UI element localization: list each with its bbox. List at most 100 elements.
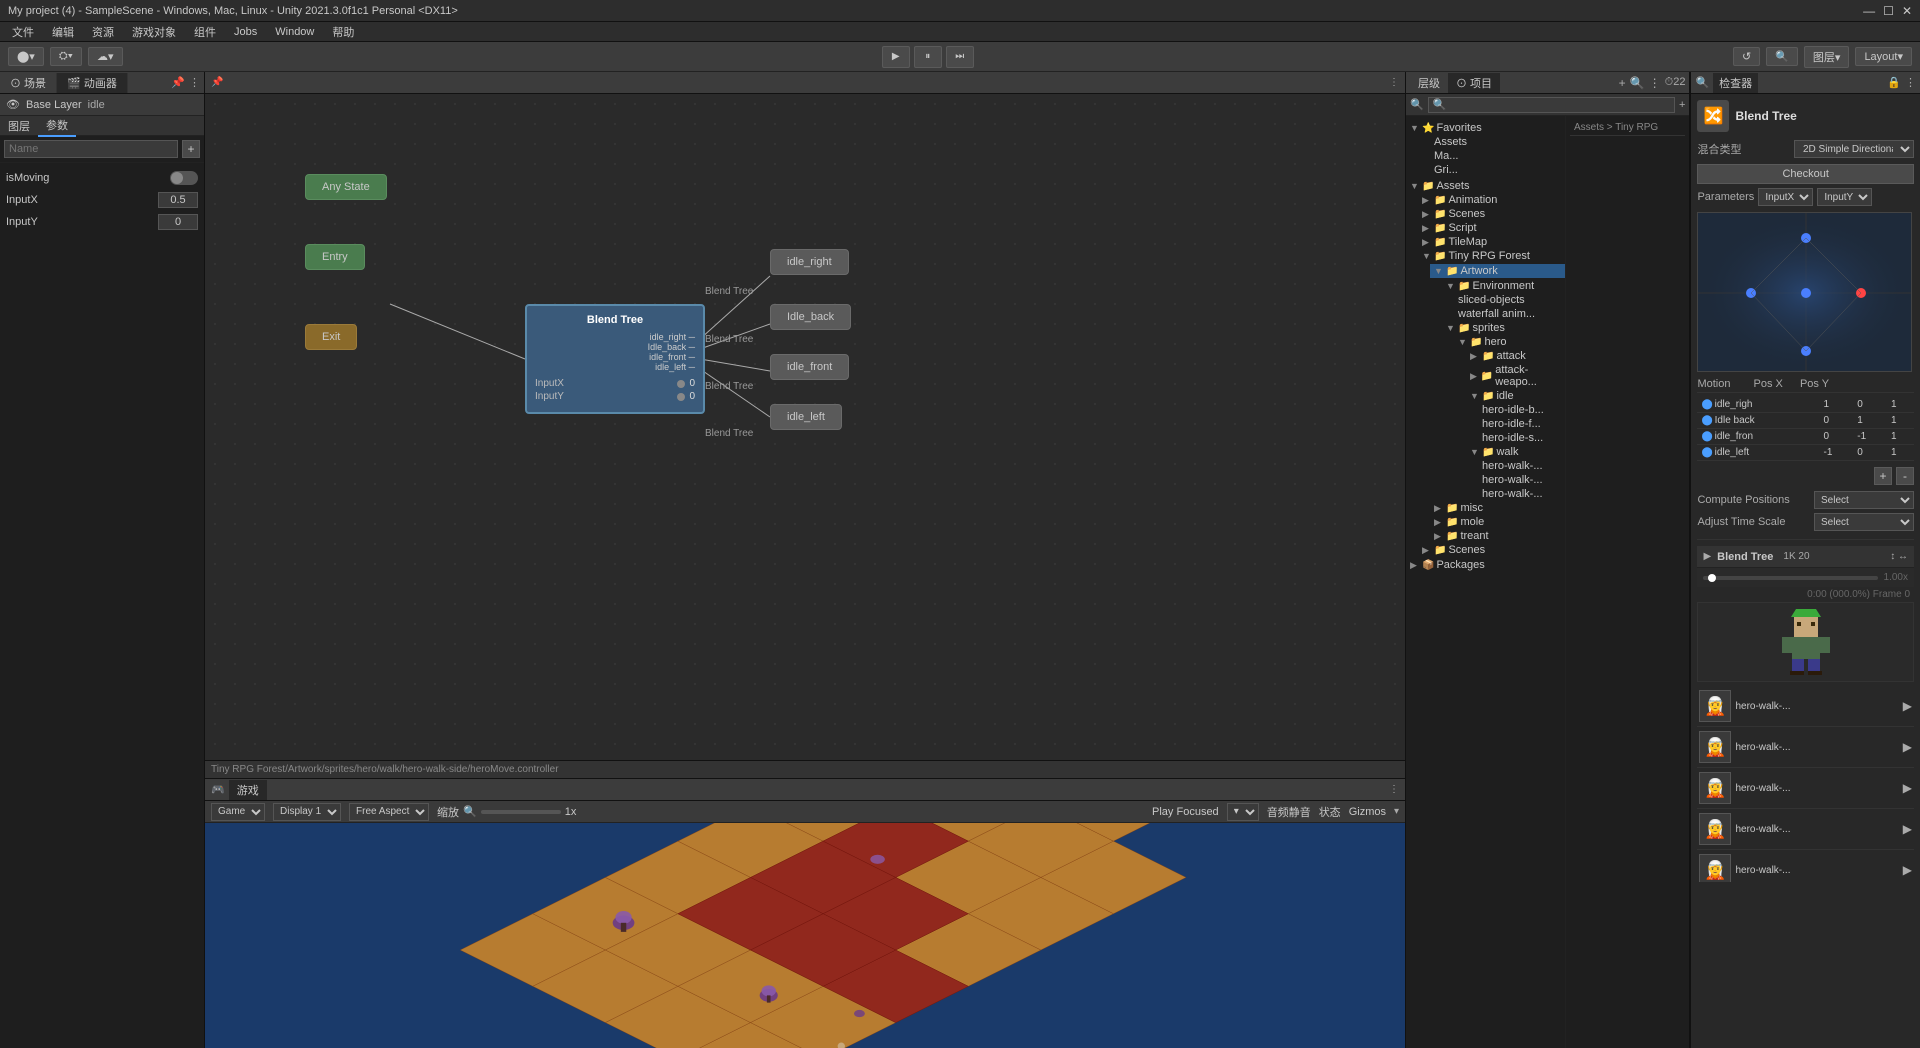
audio-label[interactable]: 音频静音 — [1267, 804, 1311, 820]
tool-btn-3[interactable]: ☁▾ — [88, 47, 123, 66]
sprite-play-4[interactable]: ▶ — [1903, 822, 1912, 836]
tree-idle[interactable]: ▼ 📁 idle — [1466, 389, 1565, 403]
proj-add-icon[interactable]: + — [1619, 76, 1626, 90]
menu-help[interactable]: 帮助 — [324, 22, 362, 42]
tree-hero-walk-3[interactable]: hero-walk-... — [1478, 487, 1565, 501]
graph-canvas[interactable]: Blend Tree Blend Tree Blend Tree Blend T… — [205, 94, 1405, 760]
proj-search-icon[interactable]: 🔍 — [1630, 76, 1645, 90]
tool-btn-2[interactable]: ⛭▾ — [50, 47, 82, 66]
checkout-button[interactable]: Checkout — [1697, 164, 1914, 184]
display-select[interactable]: Game — [211, 803, 265, 821]
menu-edit[interactable]: 编辑 — [44, 22, 82, 42]
anim-play-btn[interactable]: ▶ — [1703, 551, 1711, 562]
gizmos-dropdown-icon[interactable]: ▾ — [1394, 806, 1399, 817]
layers-button[interactable]: 图层▾ — [1804, 46, 1850, 68]
display-number-select[interactable]: Display 1 — [273, 803, 341, 821]
minimize-button[interactable]: — — [1863, 4, 1875, 18]
tree-artwork[interactable]: ▼ 📁 Artwork — [1430, 263, 1565, 279]
idle-front-node[interactable]: idle_front — [770, 354, 849, 380]
tree-script[interactable]: ▶ 📁 Script — [1418, 221, 1565, 235]
game-pin-icon[interactable]: ⋮ — [1389, 784, 1399, 795]
tree-treant[interactable]: ▶ 📁 treant — [1430, 529, 1565, 543]
maximize-button[interactable]: ☐ — [1883, 4, 1894, 18]
tab-animator[interactable]: 🎬 动画器 — [57, 73, 128, 93]
undo-button[interactable]: ↺ — [1733, 47, 1760, 66]
param-search-input[interactable] — [4, 140, 178, 158]
compute-positions-select[interactable]: Select Velocity XZ Speed And Direction — [1814, 491, 1914, 509]
project-search-input[interactable] — [1428, 97, 1675, 113]
layer-eye-icon[interactable]: 👁 — [6, 98, 20, 111]
motion-row-3[interactable]: ⬤idle_fron 0 -1 1 — [1697, 429, 1914, 445]
animator-panel-pin-icon[interactable]: 📌 — [171, 76, 185, 89]
aspect-select[interactable]: Free Aspect — [349, 803, 429, 821]
tree-hero-idle-s[interactable]: hero-idle-s... — [1478, 431, 1565, 445]
param-y-select[interactable]: InputY — [1817, 188, 1872, 206]
tree-hero-walk-2[interactable]: hero-walk-... — [1478, 473, 1565, 487]
sprite-play-3[interactable]: ▶ — [1903, 781, 1912, 795]
tab-game[interactable]: 游戏 — [229, 780, 267, 800]
fav-gri[interactable]: Gri... — [1418, 163, 1565, 177]
menu-assets[interactable]: 资源 — [84, 22, 122, 42]
inspector-lock-icon[interactable]: 🔒 — [1887, 76, 1901, 89]
tree-attack[interactable]: ▶ 📁 attack — [1466, 349, 1565, 363]
tree-hero-walk-1[interactable]: hero-walk-... — [1478, 459, 1565, 473]
idle-back-node[interactable]: Idle_back — [770, 304, 851, 330]
inspector-menu-icon[interactable]: ⋮ — [1905, 76, 1916, 89]
sprite-play-5[interactable]: ▶ — [1903, 863, 1912, 877]
adjust-time-scale-select[interactable]: Select Homogeneous Speed — [1814, 513, 1914, 531]
entry-node[interactable]: Entry — [305, 244, 365, 270]
tree-walk[interactable]: ▼ 📁 walk — [1466, 445, 1565, 459]
param-inputx-value[interactable] — [158, 192, 198, 208]
sprite-play-2[interactable]: ▶ — [1903, 740, 1912, 754]
idle-left-node[interactable]: idle_left — [770, 404, 842, 430]
exit-node[interactable]: Exit — [305, 324, 357, 350]
blend-type-select[interactable]: 2D Simple Directional — [1794, 140, 1914, 158]
motion-row-4[interactable]: ⬤idle_left -1 0 1 — [1697, 445, 1914, 461]
tree-packages[interactable]: ▶ 📦 Packages — [1406, 558, 1565, 572]
tree-animation[interactable]: ▶ 📁 Animation — [1418, 193, 1565, 207]
param-x-select[interactable]: InputX — [1758, 188, 1813, 206]
tree-mole[interactable]: ▶ 📁 mole — [1430, 515, 1565, 529]
subtab-params[interactable]: 参数 — [38, 115, 76, 137]
gizmos-label[interactable]: Gizmos — [1349, 806, 1386, 818]
layout-button[interactable]: Layout▾ — [1855, 47, 1912, 66]
tree-scenes[interactable]: ▶ 📁 Scenes — [1418, 207, 1565, 221]
motion-row-2[interactable]: ⬤Idle back 0 1 1 — [1697, 413, 1914, 429]
window-controls[interactable]: — ☐ ✕ — [1863, 4, 1912, 18]
tree-tilemap[interactable]: ▶ 📁 TileMap — [1418, 235, 1565, 249]
close-button[interactable]: ✕ — [1902, 4, 1912, 18]
tree-hero[interactable]: ▼ 📁 hero — [1454, 335, 1565, 349]
fav-ma[interactable]: Ma... — [1418, 149, 1565, 163]
tab-inspector[interactable]: 检查器 — [1713, 73, 1758, 93]
menu-jobs[interactable]: Jobs — [226, 24, 265, 40]
stats-label[interactable]: 状态 — [1319, 804, 1341, 820]
search-toolbar-button[interactable]: 🔍 — [1766, 47, 1798, 66]
favorites-label[interactable]: Favorites — [1436, 122, 1481, 134]
play-focused-label[interactable]: Play Focused — [1152, 806, 1219, 818]
scale-slider[interactable] — [481, 810, 561, 814]
tree-scenes2[interactable]: ▶ 📁 Scenes — [1418, 543, 1565, 557]
anystate-node[interactable]: Any State — [305, 174, 387, 200]
play-focused-select[interactable]: ▾ — [1227, 803, 1259, 821]
anim-timeline-bar[interactable] — [1703, 576, 1877, 580]
menu-component[interactable]: 组件 — [186, 22, 224, 42]
tree-hero-idle-f[interactable]: hero-idle-f... — [1478, 417, 1565, 431]
tree-attack-weapon[interactable]: ▶ 📁 attack-weapo... — [1466, 363, 1565, 389]
tree-waterfall[interactable]: waterfall anim... — [1454, 307, 1565, 321]
tree-environment[interactable]: ▼ 📁 Environment — [1442, 279, 1565, 293]
step-button[interactable]: ⏭ — [946, 46, 974, 68]
tree-hero-idle-b[interactable]: hero-idle-b... — [1478, 403, 1565, 417]
tree-tiny-rpg[interactable]: ▼ 📁 Tiny RPG Forest — [1418, 249, 1565, 263]
anim-timeline-head[interactable] — [1708, 574, 1716, 582]
fav-assets[interactable]: Assets — [1418, 135, 1565, 149]
param-inputy-value[interactable] — [158, 214, 198, 230]
tree-sliced-objects[interactable]: sliced-objects — [1454, 293, 1565, 307]
menu-window[interactable]: Window — [267, 24, 322, 40]
idle-right-node[interactable]: idle_right — [770, 249, 849, 275]
tree-sprites[interactable]: ▼ 📁 sprites — [1442, 321, 1565, 335]
tool-btn-1[interactable]: ⬤▾ — [8, 47, 44, 66]
tab-scene[interactable]: ⊙ 场景 — [0, 73, 57, 93]
motion-row-1[interactable]: ⬤idle_righ 1 0 1 — [1697, 397, 1914, 413]
animator-panel-menu-icon[interactable]: ⋮ — [189, 76, 200, 89]
tree-misc[interactable]: ▶ 📁 misc — [1430, 501, 1565, 515]
